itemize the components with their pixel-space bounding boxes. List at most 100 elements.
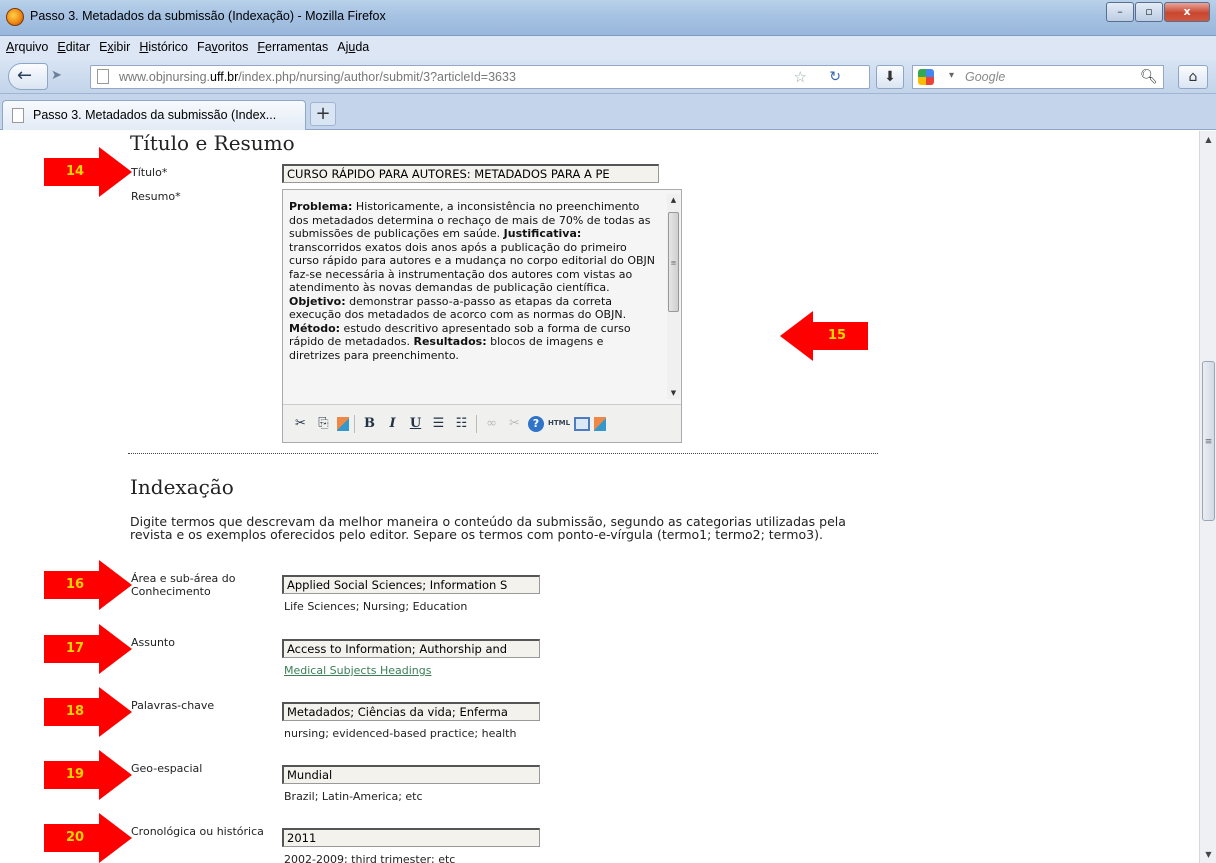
subject-input[interactable]: Access to Information; Authorship and [282, 639, 540, 658]
help-icon[interactable]: ? [528, 415, 544, 432]
marker-number: 20 [65, 830, 85, 845]
copy-icon[interactable]: ⎘ [314, 414, 333, 433]
abstract-scrollbar[interactable]: ▲ ≡ ▼ [667, 194, 680, 399]
knowledge-area-input[interactable]: Applied Social Sciences; Information S [282, 575, 540, 594]
marker-arrow-15: 15 [780, 311, 868, 361]
bullet-list-icon[interactable]: ☰ [429, 414, 448, 433]
close-button[interactable]: x [1164, 2, 1210, 22]
menu-arquivo[interactable]: Arquivo [3, 36, 51, 54]
geo-spatial-hint: Brazil; Latin-America; etc [284, 790, 423, 803]
paste-word-icon[interactable] [594, 416, 606, 431]
abstract-editor[interactable]: Problema: Historicamente, a inconsistênc… [282, 189, 682, 443]
keywords-label: Palavras-chave [131, 699, 215, 712]
abstract-label: Resumo* [131, 190, 181, 203]
page-icon [97, 69, 109, 84]
menu-historico[interactable]: Histórico [136, 36, 191, 54]
back-button[interactable]: ← [8, 63, 48, 90]
marker-arrow-16: 16 [44, 560, 132, 610]
keywords-hint: nursing; evidenced-based practice; healt… [284, 727, 517, 740]
mesh-link[interactable]: Medical Subjects Headings [284, 664, 432, 677]
marker-number: 16 [65, 577, 85, 592]
scroll-thumb[interactable]: ≡ [1202, 361, 1215, 521]
keywords-input[interactable]: Metadados; Ciências da vida; Enferma [282, 702, 540, 721]
unlink-icon[interactable]: ✂ [505, 414, 524, 433]
page-scrollbar[interactable]: ▲ ≡ ▼ [1199, 131, 1216, 863]
page-icon [12, 108, 24, 123]
window-title: Passo 3. Metadados da submissão (Indexaç… [30, 9, 386, 23]
underline-icon[interactable]: U [406, 414, 425, 433]
navigation-toolbar: ← ➤ www.objnursing.uff.br/index.php/nurs… [0, 60, 1216, 94]
knowledge-area-hint: Life Sciences; Nursing; Education [284, 600, 468, 613]
numbered-list-icon[interactable]: ☷ [452, 414, 471, 433]
address-bar[interactable]: www.objnursing.uff.br/index.php/nursing/… [90, 65, 870, 89]
menu-ferramentas[interactable]: Ferramentas [254, 36, 331, 54]
paste-icon[interactable] [337, 416, 349, 431]
google-logo-icon[interactable] [918, 69, 934, 85]
maximize-button[interactable]: ▫ [1135, 2, 1163, 22]
abstract-textarea[interactable]: Problema: Historicamente, a inconsistênc… [289, 200, 657, 400]
scroll-up-icon[interactable]: ▲ [667, 196, 680, 204]
chronological-label: Cronológica ou histórica [131, 825, 264, 838]
indexing-instructions: Digite termos que descrevam da melhor ma… [130, 514, 846, 542]
toolbar-separator [476, 414, 477, 433]
home-button[interactable]: ⌂ [1178, 65, 1208, 89]
marker-number: 15 [827, 328, 847, 343]
marker-number: 19 [65, 767, 85, 782]
subject-label: Assunto [131, 636, 175, 649]
title-label: Título* [131, 166, 168, 179]
menu-favoritos[interactable]: Favoritos [194, 36, 251, 54]
cut-icon[interactable]: ✂ [291, 414, 310, 433]
menu-bar: Arquivo Editar Exibir Histórico Favoritos Fer… [0, 36, 1216, 60]
indexing-heading: Indexação [130, 475, 234, 499]
tab-label: Passo 3. Metadados da submissão (Index..… [33, 108, 277, 122]
title-input[interactable]: CURSO RÁPIDO PARA AUTORES: METADADOS PAR… [282, 164, 659, 183]
tab-strip: Passo 3. Metadados da submissão (Index..… [0, 94, 1216, 130]
marker-number: 14 [65, 164, 85, 179]
marker-number: 17 [65, 641, 85, 656]
italic-icon[interactable]: I [383, 414, 402, 433]
section-divider [128, 453, 878, 454]
scroll-down-icon[interactable]: ▼ [667, 389, 680, 397]
toolbar-separator [354, 414, 355, 433]
new-tab-button[interactable]: + [310, 102, 336, 126]
scroll-down-icon[interactable]: ▼ [1200, 846, 1216, 863]
marker-arrow-19: 19 [44, 750, 132, 800]
search-placeholder: Google [965, 70, 1006, 84]
search-icon[interactable]: 🔍︎ [1140, 69, 1158, 85]
scroll-up-icon[interactable]: ▲ [1200, 131, 1216, 148]
menu-editar[interactable]: Editar [54, 36, 93, 54]
menu-exibir[interactable]: Exibir [96, 36, 133, 54]
geo-spatial-label: Geo-espacial [131, 762, 203, 775]
marker-arrow-14: 14 [44, 147, 132, 197]
tab-active[interactable]: Passo 3. Metadados da submissão (Index..… [2, 100, 306, 130]
url-text[interactable]: www.objnursing.uff.br/index.php/nursing/… [119, 70, 516, 84]
downloads-button[interactable]: ⬇ [876, 65, 904, 89]
chronological-hint: 2002-2009; third trimester; etc [284, 853, 456, 863]
link-icon[interactable]: ∞ [482, 414, 501, 433]
bookmark-star-icon[interactable]: ☆ [794, 68, 807, 86]
knowledge-area-label: Área e sub-área do Conhecimento [131, 572, 236, 598]
scroll-thumb[interactable]: ≡ [668, 212, 679, 312]
search-bar[interactable]: ▾ Google [912, 65, 1164, 89]
bold-icon[interactable]: B [360, 414, 379, 433]
firefox-logo-icon [6, 8, 24, 26]
subject-hint[interactable]: Medical Subjects Headings [284, 664, 432, 677]
window-controls: – ▫ x [1105, 2, 1210, 22]
dropdown-caret-icon[interactable]: ▾ [949, 70, 954, 81]
reload-icon[interactable]: ↻ [829, 68, 841, 85]
html-source-icon[interactable]: HTML [548, 414, 570, 433]
window-titlebar: Passo 3. Metadados da submissão (Indexaç… [0, 0, 1216, 36]
forward-button[interactable]: ➤ [51, 68, 62, 83]
marker-arrow-20: 20 [44, 813, 132, 863]
marker-arrow-18: 18 [44, 687, 132, 737]
marker-number: 18 [65, 704, 85, 719]
page-content: Título e Resumo 14 Título* CURSO RÁPIDO … [0, 131, 1199, 863]
minimize-button[interactable]: – [1106, 2, 1134, 22]
marker-arrow-17: 17 [44, 624, 132, 674]
editor-toolbar: ✂ ⎘ B I U ☰ ☷ ∞ ✂ ? HTML [283, 404, 681, 442]
geo-spatial-input[interactable]: Mundial [282, 765, 540, 784]
chronological-input[interactable]: 2011 [282, 828, 540, 847]
menu-ajuda[interactable]: Ajuda [334, 36, 372, 54]
fullscreen-icon[interactable] [574, 416, 590, 431]
title-summary-heading: Título e Resumo [130, 131, 295, 155]
